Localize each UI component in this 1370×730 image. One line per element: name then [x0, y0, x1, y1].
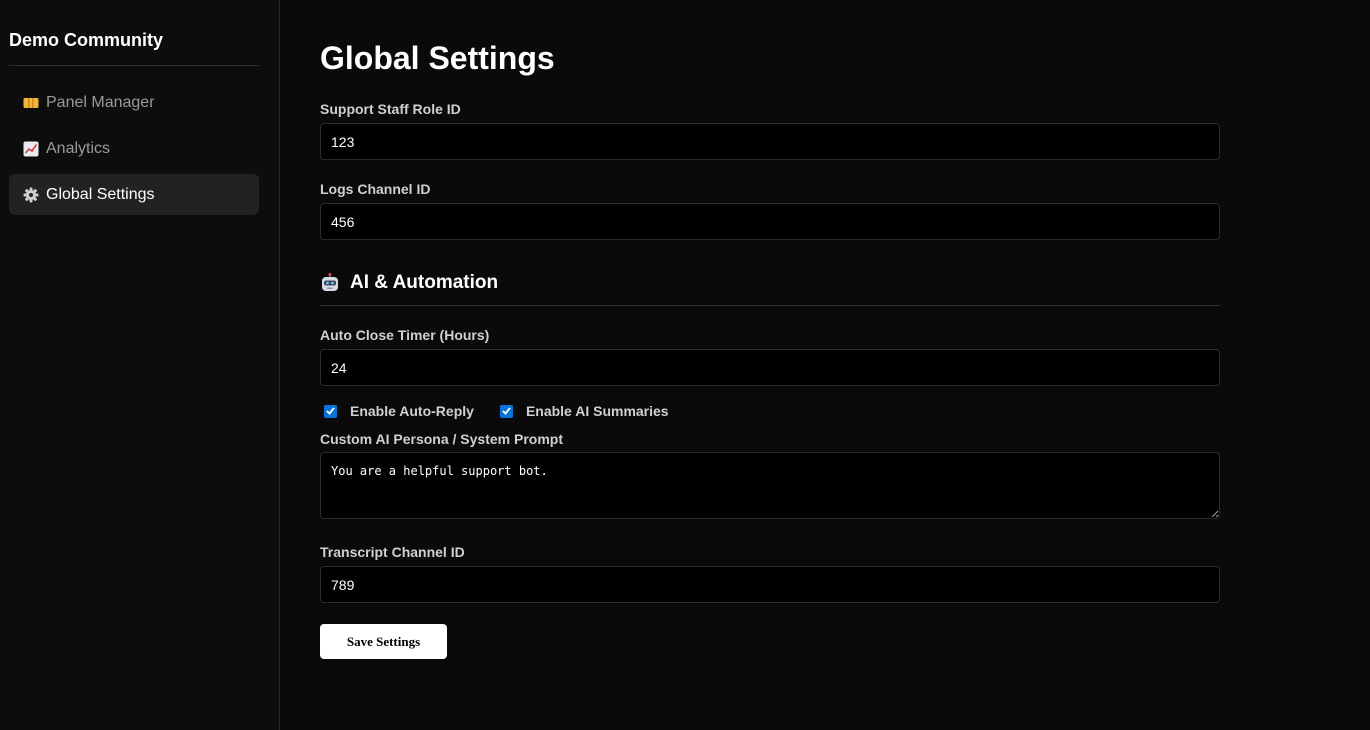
- sidebar-item-label: Panel Manager: [46, 93, 155, 111]
- auto-reply-check[interactable]: Enable Auto-Reply: [320, 403, 474, 419]
- ai-section-heading: AI & Automation: [320, 272, 1220, 294]
- main-content: Global Settings Support Staff Role ID Lo…: [280, 0, 1370, 730]
- transcript-label: Transcript Channel ID: [320, 544, 465, 560]
- sidebar-item-analytics[interactable]: Analytics: [9, 128, 259, 169]
- logs-channel-field: Logs Channel ID: [320, 181, 1220, 240]
- ticket-icon: [22, 94, 39, 111]
- sidebar-item-global-settings[interactable]: Global Settings: [9, 174, 259, 215]
- sidebar-item-label: Analytics: [46, 139, 111, 157]
- sidebar-divider: [9, 65, 259, 66]
- logs-channel-label: Logs Channel ID: [320, 181, 431, 197]
- section-divider: [320, 305, 1220, 306]
- sidebar-item-panel-manager[interactable]: Panel Manager: [9, 82, 259, 123]
- auto-close-field: Auto Close Timer (Hours): [320, 327, 1220, 386]
- ai-summaries-checkbox[interactable]: [499, 404, 513, 418]
- save-settings-button[interactable]: Save Settings: [320, 624, 447, 659]
- auto-reply-checkbox[interactable]: [324, 404, 337, 418]
- support-role-field: Support Staff Role ID: [320, 101, 1220, 160]
- sidebar: Demo Community Panel Manager Analytics G…: [0, 0, 280, 730]
- support-role-label: Support Staff Role ID: [320, 101, 461, 117]
- persona-textarea[interactable]: You are a helpful support bot.: [320, 452, 1220, 519]
- robot-icon: [320, 273, 340, 293]
- transcript-input[interactable]: [320, 566, 1220, 603]
- persona-label: Custom AI Persona / System Prompt: [320, 431, 563, 447]
- page-title: Global Settings: [320, 40, 555, 76]
- sidebar-item-label: Global Settings: [46, 185, 155, 203]
- auto-close-label: Auto Close Timer (Hours): [320, 327, 490, 343]
- support-role-input[interactable]: [320, 123, 1220, 160]
- ai-summaries-check[interactable]: Enable AI Summaries: [496, 403, 669, 419]
- ai-summaries-label: Enable AI Summaries: [525, 403, 669, 419]
- transcript-field: Transcript Channel ID: [320, 544, 1220, 603]
- ai-section-title: AI & Automation: [350, 272, 499, 293]
- chart-increasing-icon: [22, 140, 39, 157]
- app-root: Demo Community Panel Manager Analytics G…: [0, 0, 1370, 730]
- ai-checkboxes: Enable Auto-Reply Enable AI Summaries: [320, 402, 1220, 420]
- auto-close-input[interactable]: [320, 349, 1220, 386]
- auto-reply-label: Enable Auto-Reply: [350, 403, 474, 419]
- logs-channel-input[interactable]: [320, 203, 1220, 240]
- server-name: Demo Community: [9, 30, 164, 50]
- gear-icon: [22, 186, 39, 203]
- sidebar-nav: Panel Manager Analytics Global Settings: [9, 82, 259, 215]
- settings-form: Support Staff Role ID Logs Channel ID: [320, 101, 1220, 659]
- persona-field: Custom AI Persona / System Prompt You ar…: [320, 431, 1220, 519]
